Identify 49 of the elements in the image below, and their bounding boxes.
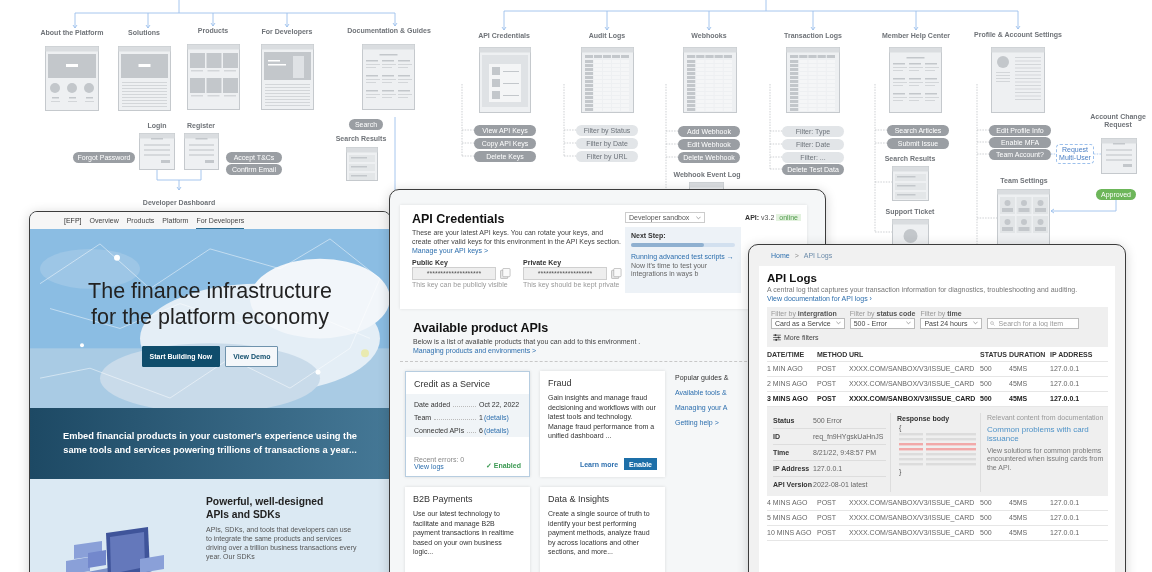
connector-arrow <box>284 12 290 28</box>
connector-arrow <box>1015 10 1021 30</box>
connector-arrow <box>1050 199 1117 214</box>
page-title: API Credentials <box>412 212 506 226</box>
search-icon <box>989 320 995 326</box>
tagline-text: Embed financial products in your customer's experience using the same tools and services powering trillions of transactions a year... <box>61 430 359 457</box>
caret-icon <box>835 321 841 325</box>
wireframe-drawing <box>683 47 737 113</box>
wireframe-drawing <box>892 166 929 201</box>
connector-arrow <box>706 10 712 31</box>
wireframe-drawing <box>889 47 942 113</box>
connector-arrow <box>145 12 151 29</box>
copy-icon[interactable] <box>611 268 622 280</box>
copy-icon[interactable] <box>500 268 511 280</box>
connector-arrow <box>210 12 216 27</box>
card-title: Fraud <box>548 378 573 389</box>
wireframe-drawing <box>479 47 531 113</box>
wireframe-drawing <box>991 47 1045 113</box>
sliders-icon <box>773 333 781 341</box>
wireframe-drawing <box>118 46 171 111</box>
connector-arrow <box>913 10 919 31</box>
connector-arrow <box>72 12 78 29</box>
wireframe-drawing <box>139 133 175 170</box>
connector-line <box>1050 153 1057 155</box>
connector-arrow <box>604 10 610 31</box>
wireframe-drawing <box>184 133 219 170</box>
connector-arrow <box>156 169 202 191</box>
connector-line <box>1093 153 1102 155</box>
connector-arrow <box>501 10 507 31</box>
connector-arrow <box>392 12 398 27</box>
wireframe-drawing <box>581 47 634 113</box>
wireframe-drawing <box>187 44 240 110</box>
wireframe-drawing <box>45 46 99 111</box>
caret-icon <box>906 321 912 325</box>
caret-icon <box>696 215 701 220</box>
section-heading: Available product APIs <box>413 321 550 335</box>
hero-heading: The finance infrastructure for the platform economy <box>87 279 333 331</box>
card-title: B2B Payments <box>413 494 474 505</box>
card-title: Data & Insights <box>548 494 611 505</box>
wireframe-drawing <box>346 147 378 181</box>
wireframe-drawing <box>1101 138 1137 174</box>
connector-arrow <box>810 10 816 31</box>
caret-icon <box>972 321 978 325</box>
wireframe-drawing <box>261 44 314 110</box>
page-title: API Logs <box>767 272 818 284</box>
card-title: Credit as a Service <box>413 378 492 392</box>
wireframe-drawing <box>786 47 840 113</box>
wireframe-drawing <box>362 44 415 110</box>
section-heading: Powerful, well-designed APIs and SDKs <box>206 495 325 522</box>
